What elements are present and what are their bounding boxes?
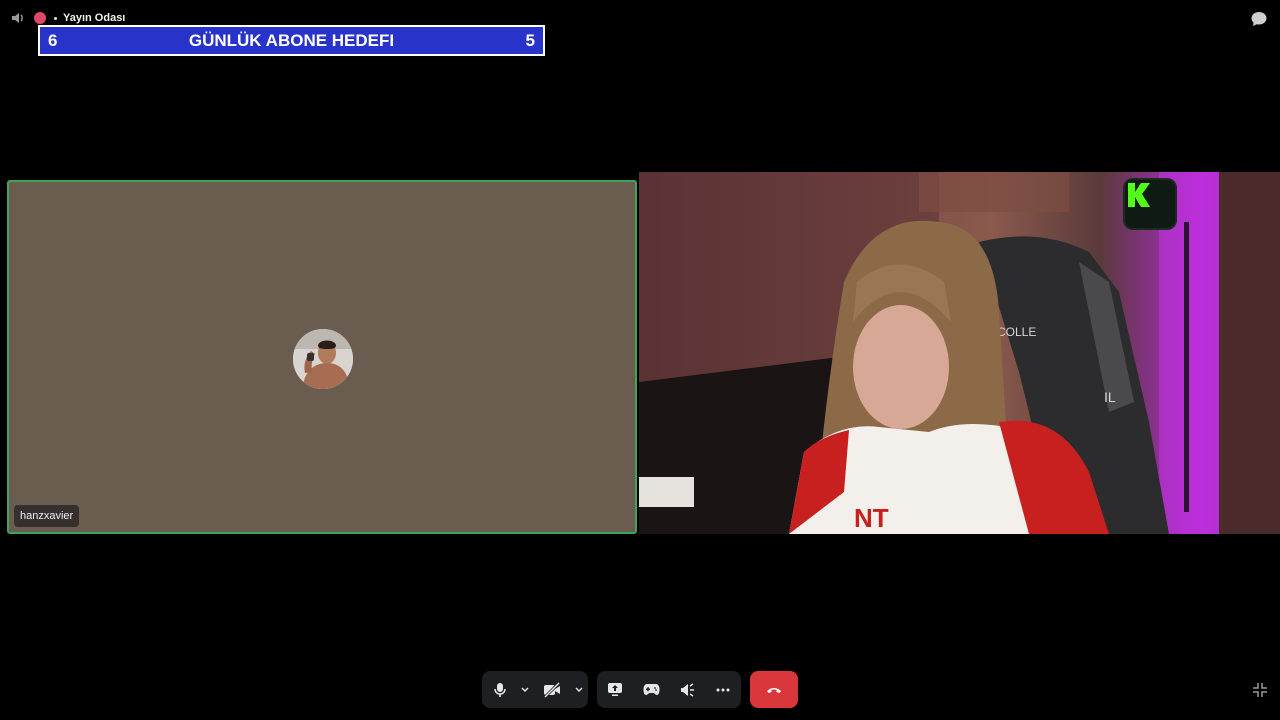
microphone-button[interactable] [482,671,518,708]
camera-options-button[interactable] [572,671,586,708]
stream-video: COLLE IL NT [639,172,1280,534]
channel-header: Yayın Odası [10,10,125,26]
microphone-icon [494,682,506,697]
activity-controls-group [597,671,741,708]
goal-current-value: 6 [48,30,58,50]
camera-off-icon [543,681,561,698]
soundboard-icon [681,682,694,697]
speaker-hand-icon[interactable] [10,10,26,26]
goal-remaining-value: 5 [525,30,535,50]
av-controls-group [482,671,588,708]
hangup-icon [767,687,781,693]
chat-bubble-icon[interactable] [1250,10,1268,28]
channel-name: Yayın Odası [63,12,126,24]
collapse-icon[interactable] [1252,682,1268,698]
k-logo-badge [1123,178,1177,230]
screen-share-icon [608,683,622,696]
participant-stream-tile[interactable]: COLLE IL NT [639,172,1280,534]
chair-brand-text-2: IL [1104,389,1116,405]
disconnect-button[interactable] [750,671,798,708]
soundboard-button[interactable] [669,671,705,708]
more-icon [716,688,730,691]
participant-tile-hanzxavier[interactable]: hanzxavier [7,180,637,534]
goal-title: GÜNLÜK ABONE HEDEFI [188,30,395,50]
participant-name-tag: hanzxavier [14,505,80,527]
server-dot-icon[interactable] [32,10,48,26]
more-options-button[interactable] [705,671,741,708]
activities-button[interactable] [633,671,669,708]
voice-stage: Yayın Odası 6 GÜNLÜK ABONE HEDEFI 5 hanz… [0,0,1280,720]
separator-dot [54,16,57,20]
chevron-down-icon [575,687,583,692]
svg-text:NT: NT [854,503,889,533]
mic-options-button[interactable] [518,671,532,708]
avatar [293,329,353,389]
camera-button[interactable] [532,671,572,708]
screen-share-button[interactable] [597,671,633,708]
chair-brand-text: COLLE [997,325,1036,339]
chevron-down-icon [521,687,529,692]
gamepad-icon [643,684,659,695]
subscriber-goal-banner: 6 GÜNLÜK ABONE HEDEFI 5 [38,25,545,56]
